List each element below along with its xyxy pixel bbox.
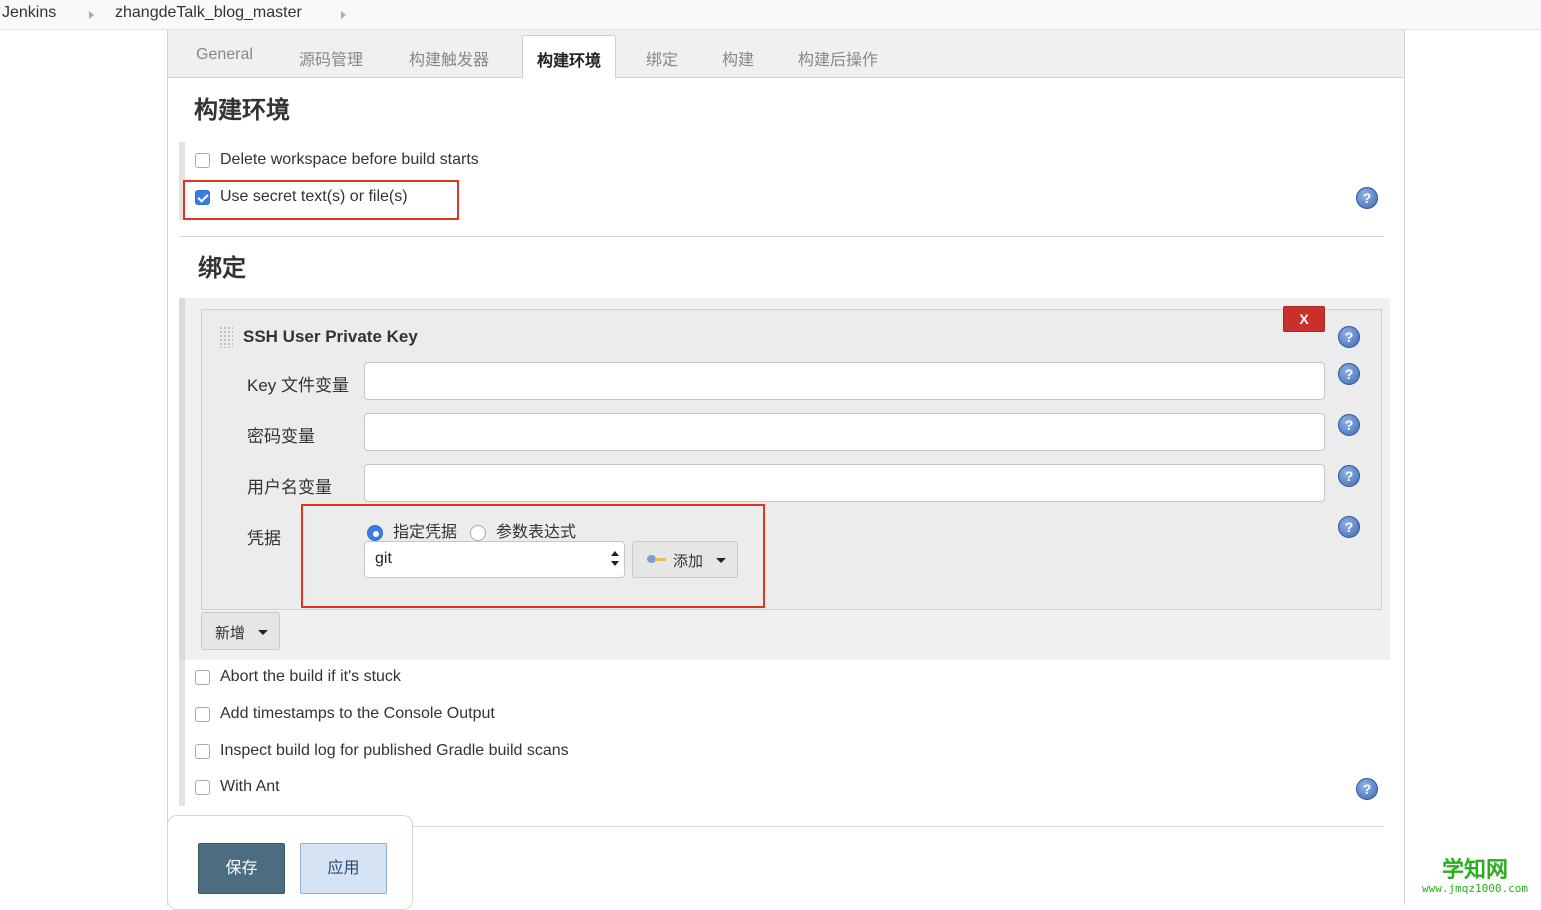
watermark-logo: 学知网 www.jmqz1000.com	[1416, 858, 1534, 898]
tab-post-build[interactable]: 构建后操作	[798, 46, 878, 70]
tab-general[interactable]: General	[196, 46, 253, 64]
section-title-build-environment: 构建环境	[194, 97, 290, 124]
timestamps-label[interactable]: Add timestamps to the Console Output	[220, 705, 495, 723]
tab-build-environment[interactable]: 构建环境	[522, 35, 617, 79]
watermark-sub-text: www.jmqz1000.com	[1422, 882, 1528, 895]
chevron-down-icon	[258, 630, 268, 635]
breadcrumb-separator-icon[interactable]	[341, 11, 346, 19]
save-button[interactable]: 保存	[198, 843, 285, 894]
username-variable-input[interactable]	[364, 464, 1325, 502]
timestamps-checkbox[interactable]	[195, 707, 210, 722]
abort-stuck-checkbox[interactable]	[195, 670, 210, 685]
remove-binding-button[interactable]: X	[1283, 306, 1325, 332]
binding-block-title: SSH User Private Key	[243, 327, 418, 346]
breadcrumb-jenkins[interactable]: Jenkins	[2, 4, 56, 22]
add-binding-button[interactable]: 新增	[201, 612, 280, 650]
help-icon[interactable]: ?	[1356, 778, 1378, 800]
help-icon[interactable]: ?	[1356, 187, 1378, 209]
add-binding-label: 新增	[215, 625, 246, 642]
tab-build[interactable]: 构建	[722, 46, 754, 70]
delete-workspace-checkbox[interactable]	[195, 153, 210, 168]
breadcrumb-separator-icon[interactable]	[89, 11, 94, 19]
tab-triggers[interactable]: 构建触发器	[409, 46, 489, 70]
password-variable-label: 密码变量	[247, 427, 315, 446]
tab-scm[interactable]: 源码管理	[299, 46, 363, 70]
key-variable-label: Key 文件变量	[247, 376, 350, 395]
delete-workspace-label[interactable]: Delete workspace before build starts	[220, 151, 479, 169]
credentials-label: 凭据	[247, 529, 281, 548]
watermark-main-text: 学知网	[1441, 857, 1508, 882]
help-icon[interactable]: ?	[1338, 363, 1360, 385]
section-title-bindings: 绑定	[198, 255, 246, 282]
apply-button[interactable]: 应用	[300, 843, 387, 894]
username-variable-label: 用户名变量	[247, 478, 332, 497]
section-divider	[179, 236, 1384, 237]
abort-stuck-label[interactable]: Abort the build if it's stuck	[220, 668, 401, 686]
with-ant-label[interactable]: With Ant	[220, 778, 280, 796]
password-variable-input[interactable]	[364, 413, 1325, 451]
tab-bindings[interactable]: 绑定	[646, 46, 678, 70]
help-icon[interactable]: ?	[1338, 326, 1360, 348]
key-variable-input[interactable]	[364, 362, 1325, 400]
help-icon[interactable]: ?	[1338, 465, 1360, 487]
with-ant-checkbox[interactable]	[195, 780, 210, 795]
help-icon[interactable]: ?	[1338, 414, 1360, 436]
drag-handle-icon[interactable]	[219, 326, 233, 348]
gradle-scans-checkbox[interactable]	[195, 744, 210, 759]
breadcrumb: Jenkins zhangdeTalk_blog_master	[0, 0, 1541, 30]
help-icon[interactable]: ?	[1338, 516, 1360, 538]
section-indent-bar	[179, 660, 185, 806]
config-tabbar: General 源码管理 构建触发器 构建环境 绑定 构建 构建后操作	[168, 30, 1404, 79]
highlight-box-credentials	[301, 504, 765, 608]
gradle-scans-label[interactable]: Inspect build log for published Gradle b…	[220, 742, 569, 760]
highlight-box-secret	[183, 180, 459, 220]
breadcrumb-job[interactable]: zhangdeTalk_blog_master	[115, 4, 302, 22]
